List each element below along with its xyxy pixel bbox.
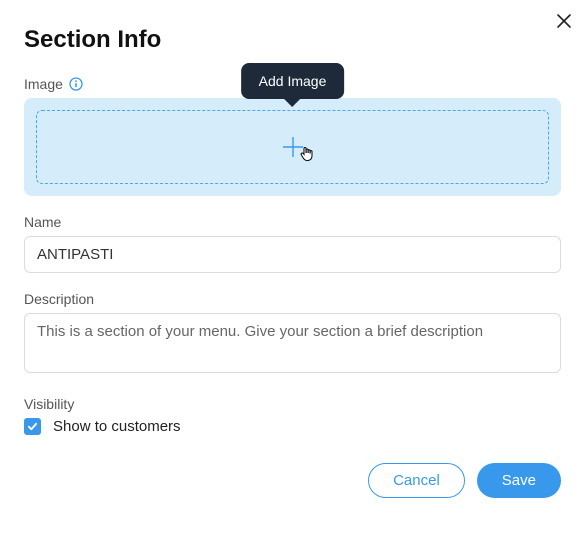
dialog-title: Section Info (24, 26, 561, 54)
cancel-button[interactable]: Cancel (368, 463, 465, 498)
description-input[interactable] (24, 313, 561, 373)
description-field: Description (24, 291, 561, 378)
image-field: Image Add Image (24, 76, 561, 196)
name-input[interactable] (24, 236, 561, 273)
name-field: Name (24, 214, 561, 273)
visibility-checkbox-row: Show to customers (24, 418, 561, 435)
check-icon (27, 421, 38, 432)
close-button[interactable] (555, 12, 573, 30)
image-upload-dropzone[interactable]: Add Image (36, 110, 549, 184)
image-upload-container: Add Image (24, 98, 561, 196)
add-image-icon-wrap (281, 135, 305, 159)
show-to-customers-label: Show to customers (53, 418, 181, 435)
save-button[interactable]: Save (477, 463, 561, 498)
show-to-customers-checkbox[interactable] (24, 418, 41, 435)
close-icon (555, 12, 573, 30)
cursor-hand-icon (299, 145, 317, 163)
info-icon[interactable] (69, 77, 83, 91)
image-label: Image (24, 76, 63, 92)
image-field-label-row: Image (24, 76, 561, 92)
section-info-dialog: Section Info Image Add Image (0, 0, 585, 522)
visibility-label: Visibility (24, 396, 561, 412)
description-label: Description (24, 291, 561, 307)
dialog-actions: Cancel Save (24, 463, 561, 498)
visibility-field: Visibility Show to customers (24, 396, 561, 435)
name-label: Name (24, 214, 561, 230)
